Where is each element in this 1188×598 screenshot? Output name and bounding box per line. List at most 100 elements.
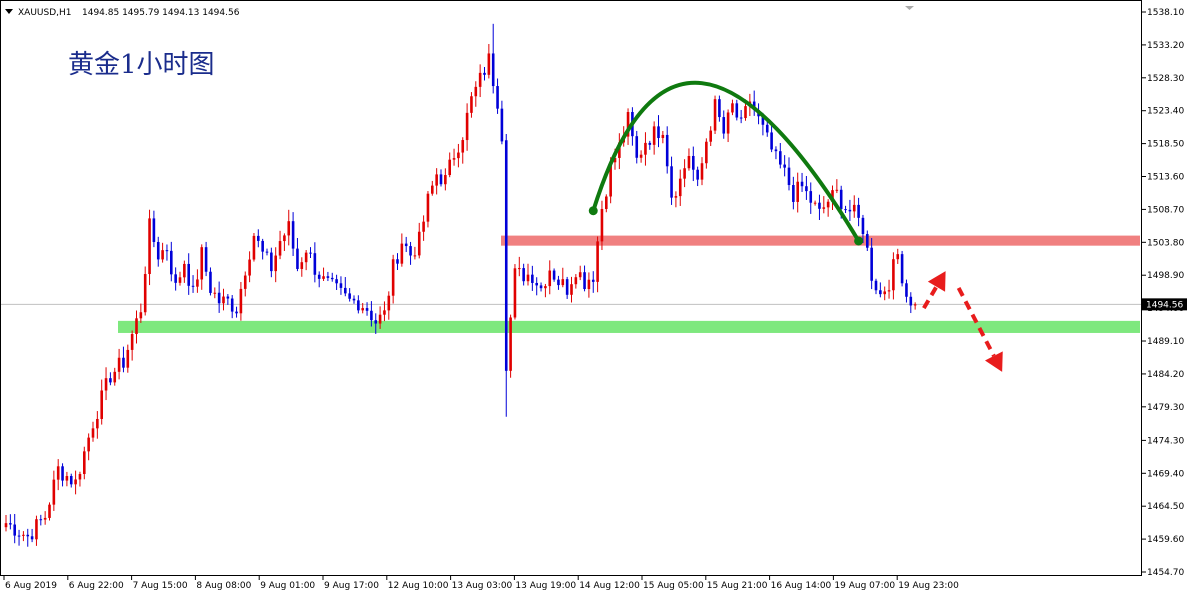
candle	[535, 277, 538, 296]
candle	[222, 288, 225, 311]
candle	[435, 168, 438, 195]
candle	[348, 288, 351, 302]
candle	[591, 271, 595, 293]
candle	[905, 279, 908, 303]
candle	[300, 257, 304, 277]
candle	[326, 271, 330, 282]
candle	[126, 344, 130, 373]
candle	[665, 126, 669, 174]
x-tick-label: 19 Aug 23:00	[898, 581, 959, 591]
candle	[352, 295, 356, 304]
candle	[844, 205, 847, 213]
x-tick-label: 8 Aug 08:00	[196, 581, 251, 591]
candle	[143, 266, 147, 316]
candle	[835, 179, 839, 194]
candle	[322, 267, 325, 282]
candle	[504, 134, 508, 417]
candle	[818, 194, 821, 220]
candle	[104, 367, 108, 401]
candle	[887, 279, 891, 299]
triangle-down-icon[interactable]	[5, 9, 13, 14]
candle	[30, 528, 34, 543]
candle	[448, 152, 451, 178]
candle	[692, 146, 695, 182]
candle	[357, 295, 360, 314]
candle	[304, 250, 308, 271]
candle	[317, 271, 321, 288]
candle	[65, 471, 69, 487]
y-tick-label: 1538.10	[1147, 8, 1184, 18]
candle	[178, 271, 182, 286]
candle	[909, 292, 913, 314]
candle	[900, 250, 904, 287]
candle	[583, 265, 586, 292]
candle	[513, 264, 517, 320]
candle	[213, 287, 217, 299]
x-tick-label: 13 Aug 03:00	[452, 581, 513, 591]
candle	[678, 169, 682, 206]
candle	[787, 157, 791, 191]
candle	[892, 252, 895, 300]
x-tick-label: 15 Aug 05:00	[643, 581, 704, 591]
candle	[822, 196, 826, 214]
candle	[700, 157, 704, 186]
candle	[726, 109, 730, 143]
y-tick-label: 1454.70	[1147, 568, 1184, 578]
y-tick-label: 1484.20	[1147, 370, 1184, 380]
y-tick-label: 1464.50	[1147, 502, 1184, 512]
candle	[39, 514, 43, 526]
y-tick-label: 1503.80	[1147, 238, 1184, 248]
candle	[122, 346, 125, 373]
x-tick-label: 15 Aug 21:00	[707, 581, 768, 591]
candle	[552, 268, 556, 282]
candle	[870, 238, 873, 290]
x-tick-label: 12 Aug 10:00	[388, 581, 449, 591]
candle	[335, 274, 338, 290]
candle	[274, 247, 277, 283]
candle	[574, 274, 578, 289]
rounding-top-arc	[591, 80, 861, 242]
candle	[252, 233, 256, 262]
y-tick-label: 1518.50	[1147, 140, 1184, 150]
candle	[13, 513, 16, 544]
candle	[826, 199, 830, 217]
candle	[896, 248, 900, 264]
candle	[605, 194, 608, 213]
candle	[69, 473, 73, 488]
candle	[387, 291, 391, 320]
candle	[91, 421, 95, 442]
candle	[283, 233, 286, 251]
x-tick-label: 9 Aug 17:00	[324, 581, 379, 591]
candle	[17, 529, 21, 546]
candle	[796, 172, 799, 213]
candle	[478, 64, 482, 98]
candle	[491, 23, 495, 94]
candle	[130, 330, 134, 361]
candle	[52, 470, 56, 511]
candle	[652, 121, 656, 155]
y-tick-label: 1523.40	[1147, 107, 1184, 117]
candle	[874, 278, 878, 295]
candle	[35, 515, 38, 546]
candle	[639, 150, 643, 163]
candle	[191, 275, 195, 293]
candle	[56, 459, 60, 491]
candle	[396, 253, 399, 271]
candle	[465, 103, 469, 151]
candle	[883, 286, 886, 301]
y-tick-label: 1474.30	[1147, 436, 1184, 446]
candle	[135, 310, 138, 344]
candle	[156, 236, 160, 267]
candle	[48, 502, 51, 521]
y-tick-label: 1469.40	[1147, 469, 1184, 479]
y-axis: 1538.10 1533.20 1528.30 1523.40 1518.50 1513.…	[1141, 8, 1187, 578]
candle	[200, 244, 204, 290]
candle	[913, 302, 917, 310]
candle	[779, 143, 782, 169]
x-axis: 6 Aug 2019 6 Aug 22:00 7 Aug 15:00 8 Aug 08…	[3, 576, 959, 591]
current-price-label: 1494.56	[1146, 300, 1183, 310]
candle	[539, 282, 543, 292]
candle	[431, 180, 434, 196]
candle	[439, 169, 443, 187]
candle	[687, 148, 691, 171]
